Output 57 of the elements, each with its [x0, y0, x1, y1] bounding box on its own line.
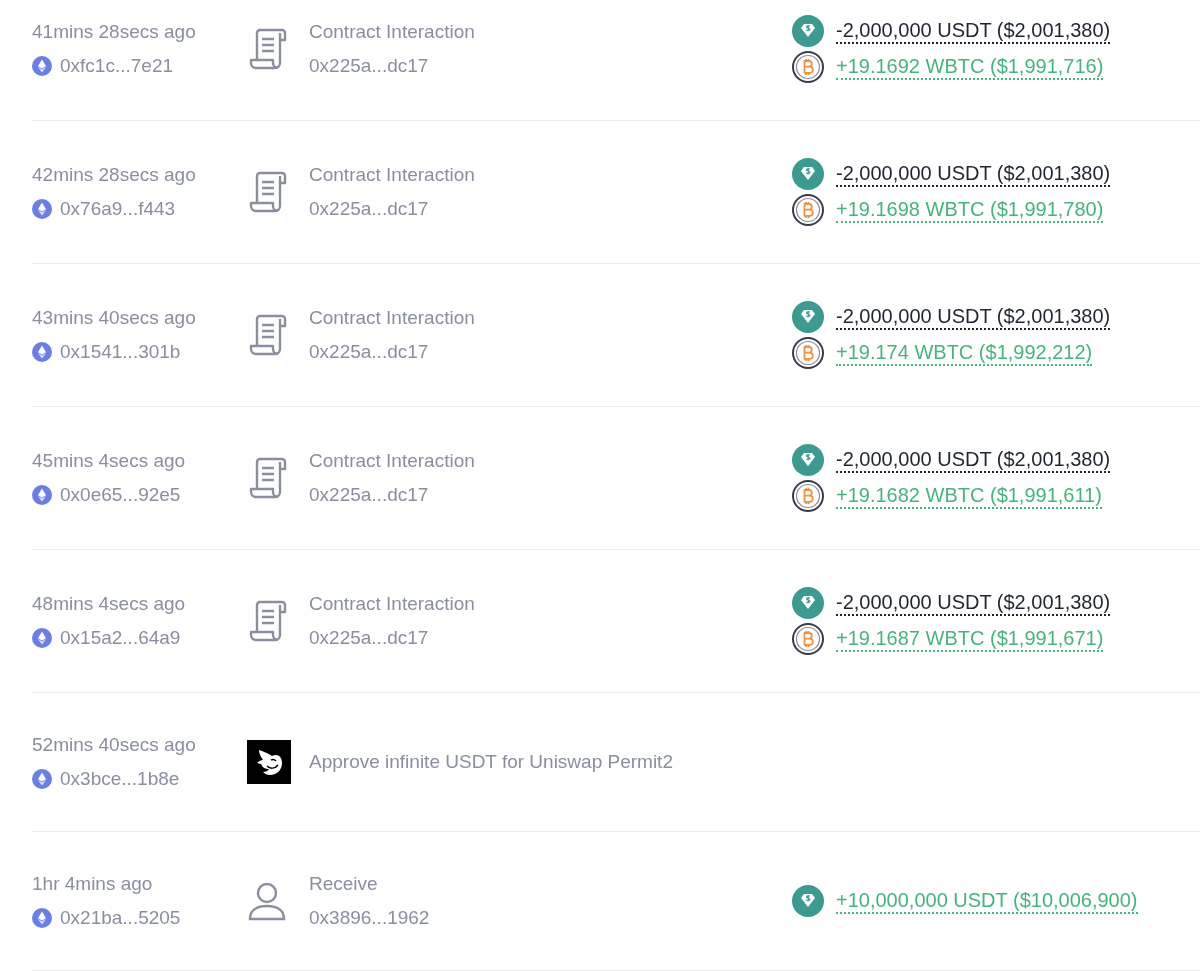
dollar-diamond-coin-icon [792, 587, 824, 619]
transaction-time: 43mins 40secs ago [32, 306, 197, 330]
transaction-hash-link[interactable]: 0x76a9...f443 [60, 197, 176, 221]
contract-address-link[interactable]: 0x3896...1962 [309, 906, 792, 930]
token-amount: +19.1682 WBTC ($1,991,611) [836, 483, 1102, 509]
bitcoin-coin-icon [792, 51, 824, 83]
token-amount: +19.174 WBTC ($1,992,212) [836, 340, 1093, 366]
contract-address-link[interactable]: 0x225a...dc17 [309, 340, 792, 364]
transaction-time: 45mins 4secs ago [32, 449, 187, 473]
token-amount: +10,000,000 USDT ($10,006,900) [836, 888, 1138, 914]
person-icon [247, 881, 287, 921]
ethereum-icon [32, 199, 52, 219]
transaction-hash-link[interactable]: 0x21ba...5205 [60, 906, 181, 930]
contract-address-link[interactable]: 0x225a...dc17 [309, 483, 792, 507]
transaction-time: 42mins 28secs ago [32, 163, 197, 187]
bitcoin-coin-icon [792, 337, 824, 369]
dollar-diamond-coin-icon [792, 15, 824, 47]
transaction-time: 41mins 28secs ago [32, 20, 197, 44]
bitcoin-coin-icon [792, 623, 824, 655]
transaction-type: Contract Interaction [309, 306, 476, 330]
ethereum-icon [32, 769, 52, 789]
token-amount: -2,000,000 USDT ($2,001,380) [836, 590, 1111, 616]
transaction-hash-link[interactable]: 0xfc1c...7e21 [60, 54, 174, 78]
token-amount: -2,000,000 USDT ($2,001,380) [836, 447, 1111, 473]
token-amount: +19.1698 WBTC ($1,991,780) [836, 197, 1104, 223]
transaction-type: Contract Interaction [309, 449, 476, 473]
contract-address-link[interactable]: 0x225a...dc17 [309, 626, 792, 650]
dollar-diamond-coin-icon [792, 301, 824, 333]
token-amount: -2,000,000 USDT ($2,001,380) [836, 161, 1111, 187]
ethereum-icon [32, 485, 52, 505]
bitcoin-coin-icon [792, 194, 824, 226]
token-amount: +19.1687 WBTC ($1,991,671) [836, 626, 1104, 652]
ethereum-icon [32, 908, 52, 928]
ethereum-icon [32, 628, 52, 648]
ethereum-icon [32, 56, 52, 76]
token-amount: -2,000,000 USDT ($2,001,380) [836, 304, 1111, 330]
transaction-type: Contract Interaction [309, 163, 476, 187]
transaction-hash-link[interactable]: 0x1541...301b [60, 340, 181, 364]
transaction-time: 48mins 4secs ago [32, 592, 187, 616]
transaction-type: Contract Interaction [309, 592, 476, 616]
contract-address-link[interactable]: 0x225a...dc17 [309, 54, 792, 78]
transaction-time: 1hr 4mins ago [32, 872, 154, 896]
transaction-hash-link[interactable]: 0x15a2...64a9 [60, 626, 181, 650]
dollar-diamond-coin-icon [792, 158, 824, 190]
token-amount: +19.1692 WBTC ($1,991,716) [836, 54, 1104, 80]
transaction-type: Approve infinite USDT for Uniswap Permit2 [309, 750, 674, 774]
dollar-diamond-coin-icon [792, 885, 824, 917]
ethereum-icon [32, 342, 52, 362]
transaction-time: 52mins 40secs ago [32, 733, 197, 757]
transaction-type: Receive [309, 872, 379, 896]
bitcoin-coin-icon [792, 480, 824, 512]
token-amount: -2,000,000 USDT ($2,001,380) [836, 18, 1111, 44]
transaction-hash-link[interactable]: 0x0e65...92e5 [60, 483, 181, 507]
contract-address-link[interactable]: 0x225a...dc17 [309, 197, 792, 221]
transaction-hash-link[interactable]: 0x3bce...1b8e [60, 767, 180, 791]
transaction-type: Contract Interaction [309, 20, 476, 44]
dollar-diamond-coin-icon [792, 444, 824, 476]
